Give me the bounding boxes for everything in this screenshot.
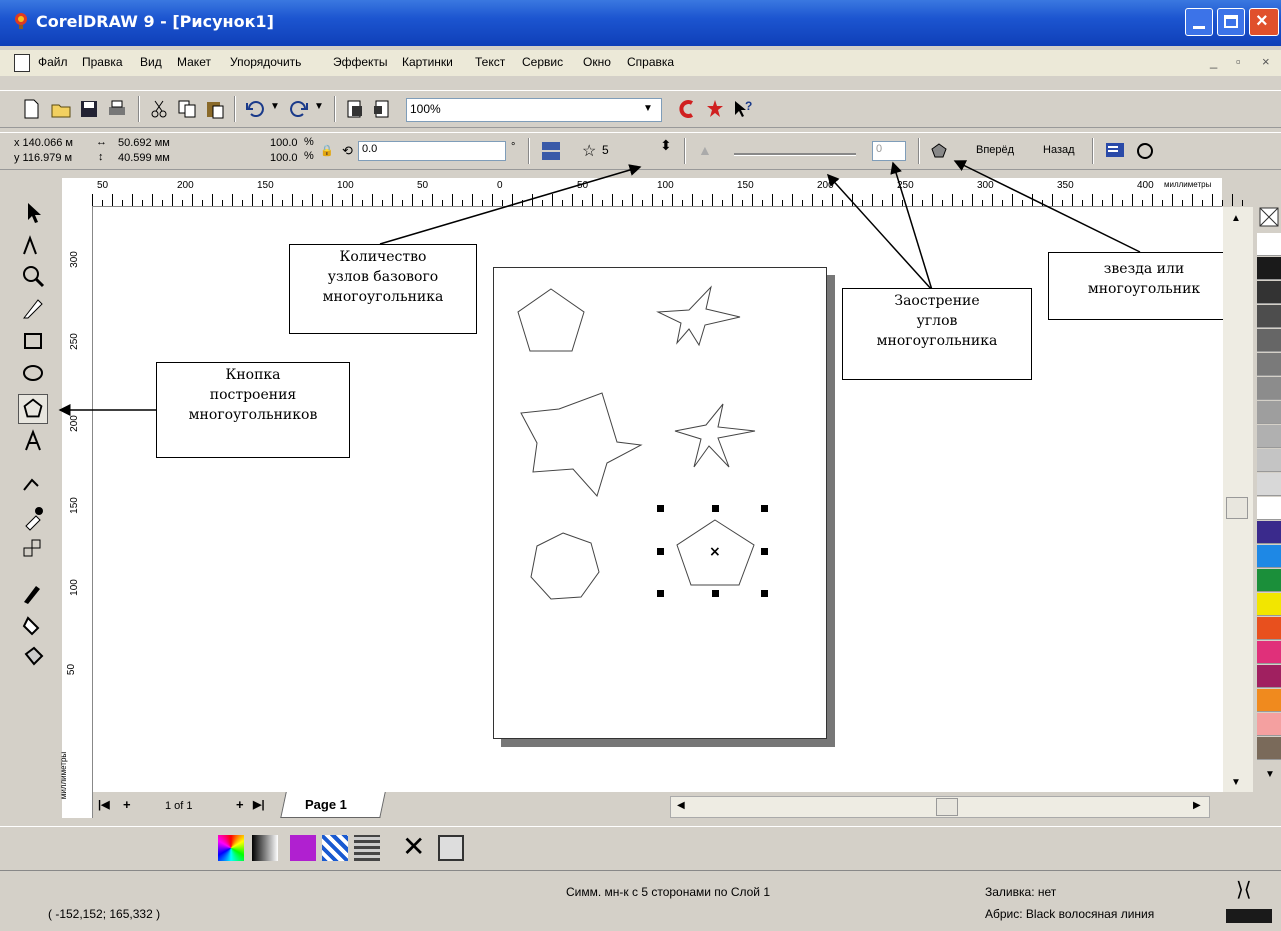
color-swatch[interactable] — [1257, 737, 1281, 760]
page-tab-label: Page 1 — [305, 797, 347, 812]
scroll-down-icon[interactable]: ▼ — [1231, 777, 1241, 788]
add-page-after-icon[interactable]: + — [236, 797, 244, 812]
color-swatch[interactable] — [1257, 257, 1281, 280]
color-swatch[interactable] — [1257, 377, 1281, 400]
fill-status: Заливка: нет — [985, 885, 1057, 899]
texture-fill-icon[interactable] — [322, 835, 348, 861]
vertical-scrollbar[interactable]: ▲ ▼ — [1223, 207, 1253, 792]
annotation-arrows — [58, 160, 1141, 416]
last-page-icon[interactable]: ▶| — [253, 798, 265, 811]
color-swatch[interactable] — [1257, 641, 1281, 664]
scroll-right-icon[interactable]: ▶ — [1193, 800, 1201, 811]
postscript-fill-icon[interactable] — [354, 835, 380, 861]
outline-status: Абрис: Black волосяная линия — [985, 907, 1155, 921]
color-swatch[interactable] — [1257, 473, 1281, 496]
no-color-swatch-icon[interactable] — [1259, 207, 1279, 227]
color-swatch[interactable] — [1257, 569, 1281, 592]
outline-color-swatch[interactable] — [1226, 909, 1272, 923]
scroll-up-icon[interactable]: ▲ — [1231, 213, 1241, 224]
cursor-coordinates: ( -152,152; 165,332 ) — [48, 907, 161, 921]
page-navigator: |◀ + 1 of 1 + ▶| Page 1 ◀ ▶ — [93, 792, 1253, 822]
color-swatch[interactable] — [1257, 449, 1281, 472]
color-swatch[interactable] — [1257, 425, 1281, 448]
color-swatch[interactable] — [1257, 617, 1281, 640]
status-bar: Симм. мн-к с 5 сторонами по Слой 1 ( -15… — [0, 870, 1281, 931]
fill-docker-icon[interactable] — [438, 835, 464, 861]
add-page-before-icon[interactable]: + — [123, 797, 131, 812]
fountain-fill-icon[interactable] — [252, 835, 278, 861]
palette-scroll-icon[interactable]: ▼ — [1265, 769, 1275, 780]
color-palette: ▼ — [1257, 207, 1281, 787]
color-swatch[interactable] — [1257, 329, 1281, 352]
callout-star-or-polygon: звезда или многоугольник — [1048, 252, 1240, 320]
page-counter: 1 of 1 — [165, 800, 193, 812]
color-swatch[interactable] — [1257, 689, 1281, 712]
callout-polygon-tool: Кнопка построения многоугольников — [156, 362, 350, 458]
color-swatch[interactable] — [1257, 401, 1281, 424]
first-page-icon[interactable]: |◀ — [98, 798, 110, 811]
callout-nodes: Количество узлов базового многоугольника — [289, 244, 477, 334]
color-swatch[interactable] — [1257, 281, 1281, 304]
color-swatch[interactable] — [1257, 353, 1281, 376]
vertical-scroll-thumb[interactable] — [1226, 497, 1248, 519]
color-swatch[interactable] — [1257, 665, 1281, 688]
color-swatch[interactable] — [1257, 233, 1281, 256]
object-info: Симм. мн-к с 5 сторонами по Слой 1 — [566, 885, 770, 899]
fill-color-dialog-icon[interactable] — [218, 835, 244, 861]
color-swatch[interactable] — [1257, 545, 1281, 568]
color-swatch[interactable] — [1257, 521, 1281, 544]
color-swatch[interactable] — [1257, 713, 1281, 736]
scroll-left-icon[interactable]: ◀ — [677, 800, 685, 811]
color-swatch[interactable] — [1257, 305, 1281, 328]
no-fill-icon[interactable]: ✕ — [402, 830, 425, 863]
pattern-fill-icon[interactable] — [290, 835, 316, 861]
fill-flyout-toolbar: ✕ — [0, 826, 1281, 869]
callout-sharpness: Заострение углов многоугольника — [842, 288, 1032, 380]
color-swatch[interactable] — [1257, 593, 1281, 616]
horizontal-scroll-thumb[interactable] — [936, 798, 958, 816]
fill-none-indicator-icon[interactable]: ⟩⟨ — [1236, 877, 1252, 902]
color-swatch[interactable] — [1257, 497, 1281, 520]
horizontal-scrollbar[interactable]: ◀ ▶ — [670, 796, 1210, 818]
